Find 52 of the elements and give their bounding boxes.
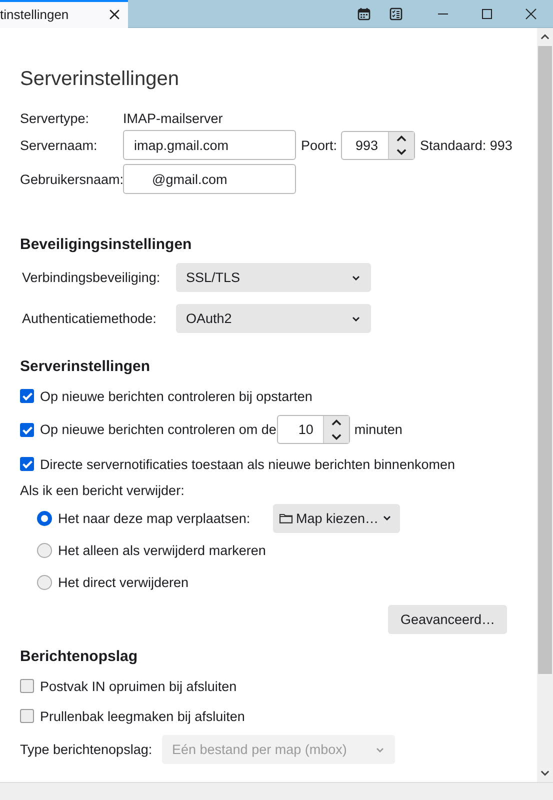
input-field[interactable]: imap.gmail.com xyxy=(123,130,296,160)
advanced-button[interactable]: Geavanceerd… xyxy=(388,605,507,634)
field-label: Authenticatiemethode: xyxy=(21,311,158,326)
field-label: Verbindingsbeveiliging: xyxy=(21,270,162,285)
field-label: Servernaam: xyxy=(20,138,98,152)
task-list-icon[interactable] xyxy=(389,6,403,20)
settings-tab[interactable]: tinstellingen xyxy=(0,0,128,28)
radio-label: Het naar deze map verplaatsen: xyxy=(58,510,252,526)
folder-picker[interactable]: Map kiezen… xyxy=(273,504,400,532)
checkbox-label: Prullenbak leegmaken bij afsluiten xyxy=(40,708,245,724)
dropdown[interactable]: SSL/TLS xyxy=(176,263,371,292)
radio-button[interactable] xyxy=(37,542,52,558)
calendar-icon[interactable] xyxy=(357,6,371,20)
checkbox[interactable] xyxy=(20,422,34,436)
close-icon[interactable] xyxy=(109,9,120,20)
radio-label: Het alleen als verwijderd markeren xyxy=(58,542,267,558)
scrollbar[interactable] xyxy=(537,28,553,782)
folder-icon xyxy=(279,512,293,524)
radio-button[interactable] xyxy=(37,510,52,526)
checkbox[interactable] xyxy=(20,389,34,403)
default-port: Standaard: 993 xyxy=(420,138,512,152)
checkbox-label: Directe servernotificaties toestaan als nieuwe berichten binnenkomen xyxy=(40,456,455,472)
checkbox-label: Postvak IN opruimen bij afsluiten xyxy=(40,678,237,694)
checkbox[interactable] xyxy=(20,457,34,471)
field-label: Servertype: xyxy=(20,111,90,126)
input-field[interactable]: @gmail.com xyxy=(123,164,296,194)
scrollbar-thumb[interactable] xyxy=(538,46,552,674)
number-field[interactable]: 993 xyxy=(341,130,416,160)
checkbox[interactable] xyxy=(20,679,34,693)
radio-label: Het direct verwijderen xyxy=(58,574,190,590)
field-label: Gebruikersnaam: xyxy=(20,172,123,186)
option-label: Als ik een bericht verwijder: xyxy=(20,483,184,498)
section-heading: Serverinstellingen xyxy=(20,358,152,375)
chevron-icon xyxy=(382,513,392,523)
stepper-control[interactable] xyxy=(388,132,414,158)
tab-title: tinstellingen xyxy=(0,7,69,22)
checkbox-label: Op nieuwe berichten controleren om de xyxy=(40,422,276,437)
close-icon[interactable] xyxy=(525,8,537,20)
section-heading: Beveiligingsinstellingen xyxy=(20,236,193,253)
dropdown[interactable]: OAuth2 xyxy=(176,304,371,333)
checkbox-label: Op nieuwe berichten controleren bij opstarten xyxy=(40,388,312,404)
field-label: Type berichtenopslag: xyxy=(20,742,154,757)
unit-label: minuten xyxy=(354,422,402,437)
server-type: IMAP-mailserver xyxy=(123,111,223,126)
radio-button[interactable] xyxy=(37,574,52,590)
checkbox[interactable] xyxy=(20,709,34,723)
maximize-icon[interactable] xyxy=(481,8,493,20)
page-title: Serverinstellingen xyxy=(20,68,180,91)
field-label: Poort: xyxy=(301,138,338,152)
number-field[interactable]: 10 xyxy=(277,415,350,444)
section-heading: Berichtenopslag xyxy=(20,648,139,665)
stepper-control[interactable] xyxy=(323,416,350,443)
